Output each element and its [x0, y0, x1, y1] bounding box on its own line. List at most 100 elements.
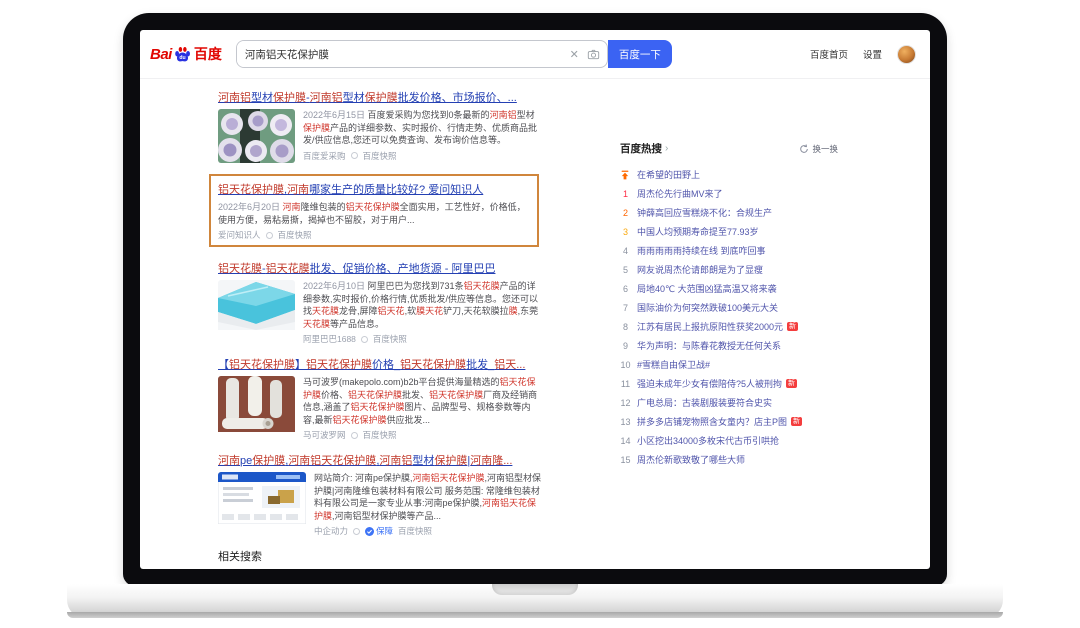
hot-search-item[interactable]: 在希望的田野上 [620, 165, 838, 184]
hot-search-item[interactable]: 3中国人均预期寿命提至77.93岁热 [620, 222, 838, 241]
hot-rank: 15 [620, 455, 631, 465]
hot-search-panel: 百度热搜 › 换一换 在希望的田野上1周杰伦先行曲MV来了热2钟薛高回应雪糕烧不… [620, 141, 838, 469]
hot-rank: 13 [620, 417, 631, 427]
result-date: 2022年6月15日 [303, 110, 368, 120]
paw-icon: du [172, 45, 193, 64]
hot-rank: 11 [620, 379, 631, 389]
nav-baidu-home[interactable]: 百度首页 [810, 47, 848, 61]
favicon-circle-icon [361, 336, 368, 343]
hot-rank: 14 [620, 436, 631, 446]
cached-page-link[interactable]: 百度快照 [278, 229, 312, 241]
hot-search-item[interactable]: 12广电总局：古装剧服装要符合史实热 [620, 393, 838, 412]
result-title-link[interactable]: 铝天花保护膜,河南哪家生产的质量比较好? 爱问知识人 [218, 181, 530, 197]
hot-badge: 新 [786, 379, 797, 388]
result-title-link[interactable]: 河南pe保护膜,河南铝天花保护膜,河南铝型材保护膜|河南隆... [218, 452, 542, 468]
refresh-label: 换一换 [812, 143, 838, 155]
hot-search-item[interactable]: 13拼多多店铺宠物照含女童内？店主P图新 [620, 412, 838, 431]
laptop-notch [492, 584, 578, 595]
hot-item-text: 周杰伦先行曲MV来了 [637, 187, 723, 200]
hot-rank: 10 [620, 360, 631, 370]
hot-item-text: 华为声明：与陈春花教授无任何关系 [637, 339, 781, 352]
shield-check-icon [365, 527, 374, 536]
logo-text-baidu: 百度 [194, 44, 222, 64]
laptop-base [67, 584, 1003, 618]
result-source: 中企动力 保障百度快照 [314, 525, 542, 537]
nav-settings[interactable]: 设置 [863, 47, 882, 61]
cached-page-link[interactable]: 百度快照 [363, 150, 397, 162]
favicon-circle-icon [353, 528, 360, 535]
cached-page-link[interactable]: 百度快照 [398, 525, 432, 537]
result-body: 2022年6月15日 百度爱采购为您找到0条最新的河南铝型材保护膜产品的详细参数… [218, 109, 542, 163]
verified-badge: 保障 [365, 525, 393, 537]
search-result-highlighted: 铝天花保护膜,河南哪家生产的质量比较好? 爱问知识人 2022年6月20日 河南隆… [209, 174, 539, 247]
hot-search-item[interactable]: 15周杰伦新歌致敬了哪些大师热 [620, 450, 838, 469]
pinned-icon [620, 170, 630, 180]
hot-search-item[interactable]: 7国际油价为何突然跌破100美元大关 [620, 298, 838, 317]
result-snippet: 马可波罗(makepolo.com)b2b平台提供海量精选的铝天花保护膜价格、铝… [303, 376, 542, 426]
result-thumbnail[interactable] [218, 376, 295, 441]
result-thumbnail[interactable] [218, 280, 295, 345]
clear-icon[interactable]: ✕ [565, 48, 584, 61]
cached-page-link[interactable]: 百度快照 [363, 429, 397, 441]
result-snippet: 2022年6月10日 阿里巴巴为您找到731条铝天花膜产品的详细参数,实时报价,… [303, 280, 542, 330]
hot-search-item[interactable]: 14小区挖出34000多枚宋代古币引哄抢 [620, 431, 838, 450]
source-name: 中企动力 [314, 525, 348, 537]
result-title-link[interactable]: 铝天花膜-铝天花膜批发、促销价格、产地货源 - 阿里巴巴 [218, 260, 542, 276]
source-name: 马可波罗网 [303, 429, 346, 441]
hot-search-item[interactable]: 9 华为声明：与陈春花教授无任何关系 [620, 336, 838, 355]
hot-rank: 5 [620, 265, 631, 275]
hot-search-item[interactable]: 8 江苏有居民上报抗原阳性获奖2000元新 [620, 317, 838, 336]
result-snippet: 2022年6月15日 百度爱采购为您找到0条最新的河南铝型材保护膜产品的详细参数… [303, 109, 542, 147]
search-result: 【铝天花保护膜】铝天花保护膜价格_铝天花保护膜批发_铝天... 马可波罗(make… [218, 356, 542, 441]
search-button[interactable]: 百度一下 [608, 40, 672, 68]
hot-search-item[interactable]: 2钟薛高回应雪糕烧不化：合规生产热 [620, 203, 838, 222]
hot-item-text: 雨雨雨雨雨持续在线 到底咋回事 [637, 244, 766, 257]
hot-item-text: 强迫未成年少女有偿陪侍?5人被刑拘 [637, 377, 782, 390]
result-title-link[interactable]: 河南铝型材保护膜-河南铝型材保护膜批发价格、市场报价、... [218, 89, 542, 105]
favicon-circle-icon [351, 152, 358, 159]
hot-search-item[interactable]: 6 局地40℃ 大范围凶猛高温又将来袭 [620, 279, 838, 298]
result-source: 马可波罗网 百度快照 [303, 429, 542, 441]
refresh-icon [799, 144, 809, 154]
hot-rank: 1 [620, 189, 631, 199]
search-result: 河南pe保护膜,河南铝天花保护膜,河南铝型材保护膜|河南隆...网站简介: 河南… [218, 452, 542, 537]
favicon-circle-icon [266, 232, 273, 239]
hot-search-item[interactable]: 11 强迫未成年少女有偿陪侍?5人被刑拘新 [620, 374, 838, 393]
baidu-logo[interactable]: Bai du 百度 [150, 44, 222, 64]
hot-rank: 6 [620, 284, 631, 294]
hot-search-item[interactable]: 10 #雪糕自由保卫战# [620, 355, 838, 374]
user-avatar[interactable] [897, 45, 916, 64]
hot-item-text: 国际油价为何突然跌破100美元大关 [637, 301, 778, 314]
result-title-link[interactable]: 【铝天花保护膜】铝天花保护膜价格_铝天花保护膜批发_铝天... [218, 356, 542, 372]
hot-badge: 新 [787, 322, 798, 331]
laptop-bezel: Bai du 百度 ✕ [123, 13, 947, 586]
hot-rank: 8 [620, 322, 631, 332]
refresh-button[interactable]: 换一换 [799, 143, 838, 155]
hot-rank: 9 [620, 341, 631, 351]
camera-icon[interactable] [584, 48, 607, 61]
favicon-circle-icon [351, 432, 358, 439]
hot-badge: 新 [791, 417, 802, 426]
result-thumbnail[interactable] [218, 109, 295, 163]
hot-search-item[interactable]: 1周杰伦先行曲MV来了热 [620, 184, 838, 203]
result-body: 2022年6月20日 河南隆维包装的铝天花保护膜全面实用，工艺性好，价格低，使用… [218, 201, 530, 241]
result-source: 百度爱采购百度快照 [303, 150, 542, 162]
page-background: Bai du 百度 ✕ [0, 0, 1080, 628]
chevron-right-icon: › [665, 143, 668, 154]
hot-item-text: 局地40℃ 大范围凶猛高温又将来袭 [637, 282, 777, 295]
search-input[interactable] [237, 41, 565, 67]
hot-search-item[interactable]: 5网友说周杰伦请郎朗是为了显瘦 [620, 260, 838, 279]
hot-search-title[interactable]: 百度热搜 [620, 141, 662, 156]
source-name: 阿里巴巴1688 [303, 333, 356, 345]
hot-item-text: 中国人均预期寿命提至77.93岁 [637, 225, 759, 238]
hot-item-text: 江苏有居民上报抗原阳性获奖2000元 [637, 320, 783, 333]
hot-item-text: 在希望的田野上 [637, 168, 700, 181]
hot-item-text: #雪糕自由保卫战# [637, 358, 710, 371]
logo-text-bai: Bai [150, 46, 172, 63]
svg-text:du: du [179, 54, 185, 60]
cached-page-link[interactable]: 百度快照 [373, 333, 407, 345]
hot-search-item[interactable]: 4雨雨雨雨雨持续在线 到底咋回事 [620, 241, 838, 260]
result-source: 阿里巴巴1688 百度快照 [303, 333, 542, 345]
result-date: 2022年6月20日 [218, 202, 283, 212]
result-thumbnail[interactable] [218, 472, 306, 537]
